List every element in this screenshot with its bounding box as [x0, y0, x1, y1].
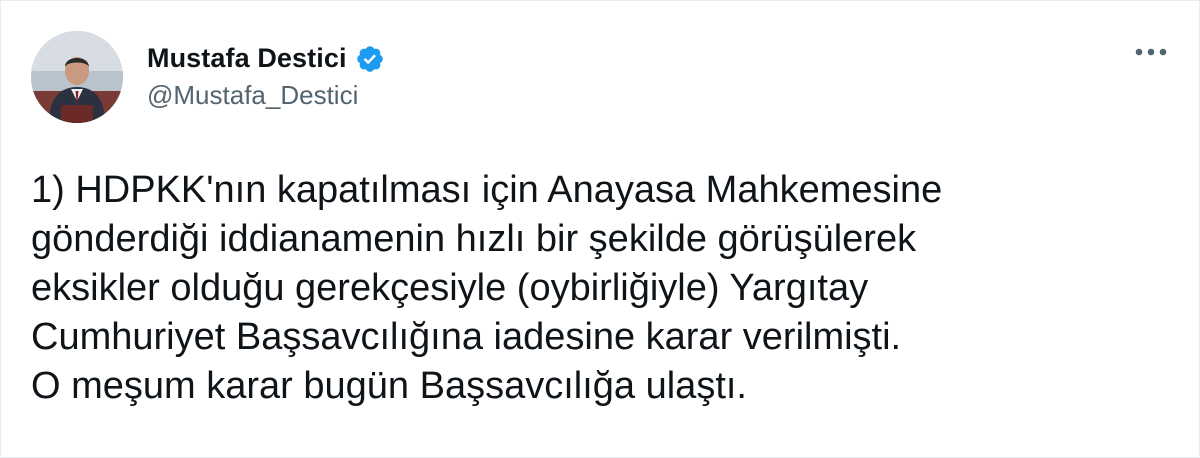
tweet-card: Mustafa Destici @Mustafa_Destici 1) HDPK… — [0, 0, 1200, 458]
name-row: Mustafa Destici — [147, 43, 385, 74]
tweet-text-line: eksikler olduğu gerekçesiyle (oybirliğiy… — [31, 267, 869, 309]
tweet-text-line: gönderdiği iddianamenin hızlı bir şekild… — [31, 218, 917, 260]
tweet-text-line: Cumhuriyet Başsavcılığına iadesine karar… — [31, 316, 902, 358]
display-name[interactable]: Mustafa Destici — [147, 43, 347, 74]
author-info: Mustafa Destici @Mustafa_Destici — [147, 43, 385, 111]
tweet-text-line: O meşum karar bugün Başsavcılığa ulaştı. — [31, 365, 747, 407]
tweet-header: Mustafa Destici @Mustafa_Destici — [31, 29, 385, 125]
author-handle[interactable]: @Mustafa_Destici — [147, 80, 385, 111]
tweet-text-line: 1) HDPKK'nın kapatılması için Anayasa Ma… — [31, 169, 943, 211]
more-horizontal-icon — [1135, 48, 1167, 56]
verified-badge-icon — [355, 44, 385, 74]
avatar-image — [31, 31, 123, 123]
tweet-text: 1) HDPKK'nın kapatılması için Anayasa Ma… — [31, 166, 1171, 411]
more-options-button[interactable] — [1131, 35, 1171, 69]
avatar[interactable] — [31, 31, 123, 123]
